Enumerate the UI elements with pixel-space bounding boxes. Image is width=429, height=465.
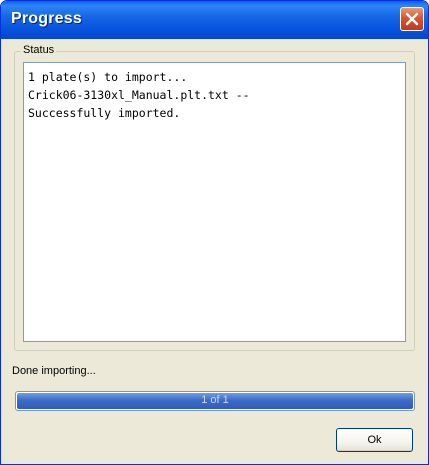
title-bar[interactable]: Progress bbox=[1, 1, 428, 39]
close-icon bbox=[405, 12, 419, 26]
status-groupbox: Status 1 plate(s) to import... Crick06-3… bbox=[14, 44, 415, 351]
status-group-legend: Status bbox=[21, 44, 57, 56]
log-line: 1 plate(s) to import... bbox=[28, 70, 188, 84]
progress-dialog: Progress Status 1 plate(s) to import... … bbox=[0, 0, 429, 465]
ok-button[interactable]: Ok bbox=[336, 428, 413, 452]
log-line: Crick06-3130xl_Manual.plt.txt -- bbox=[28, 88, 250, 102]
progress-label: 1 of 1 bbox=[201, 394, 229, 406]
status-message: Done importing... bbox=[12, 365, 96, 377]
window-title: Progress bbox=[11, 10, 82, 27]
log-line: Successfully imported. bbox=[28, 106, 181, 120]
progress-bar: 1 of 1 bbox=[15, 391, 415, 411]
status-log[interactable]: 1 plate(s) to import... Crick06-3130xl_M… bbox=[23, 62, 406, 342]
dialog-body: Status 1 plate(s) to import... Crick06-3… bbox=[9, 39, 420, 458]
close-button[interactable] bbox=[400, 7, 424, 31]
